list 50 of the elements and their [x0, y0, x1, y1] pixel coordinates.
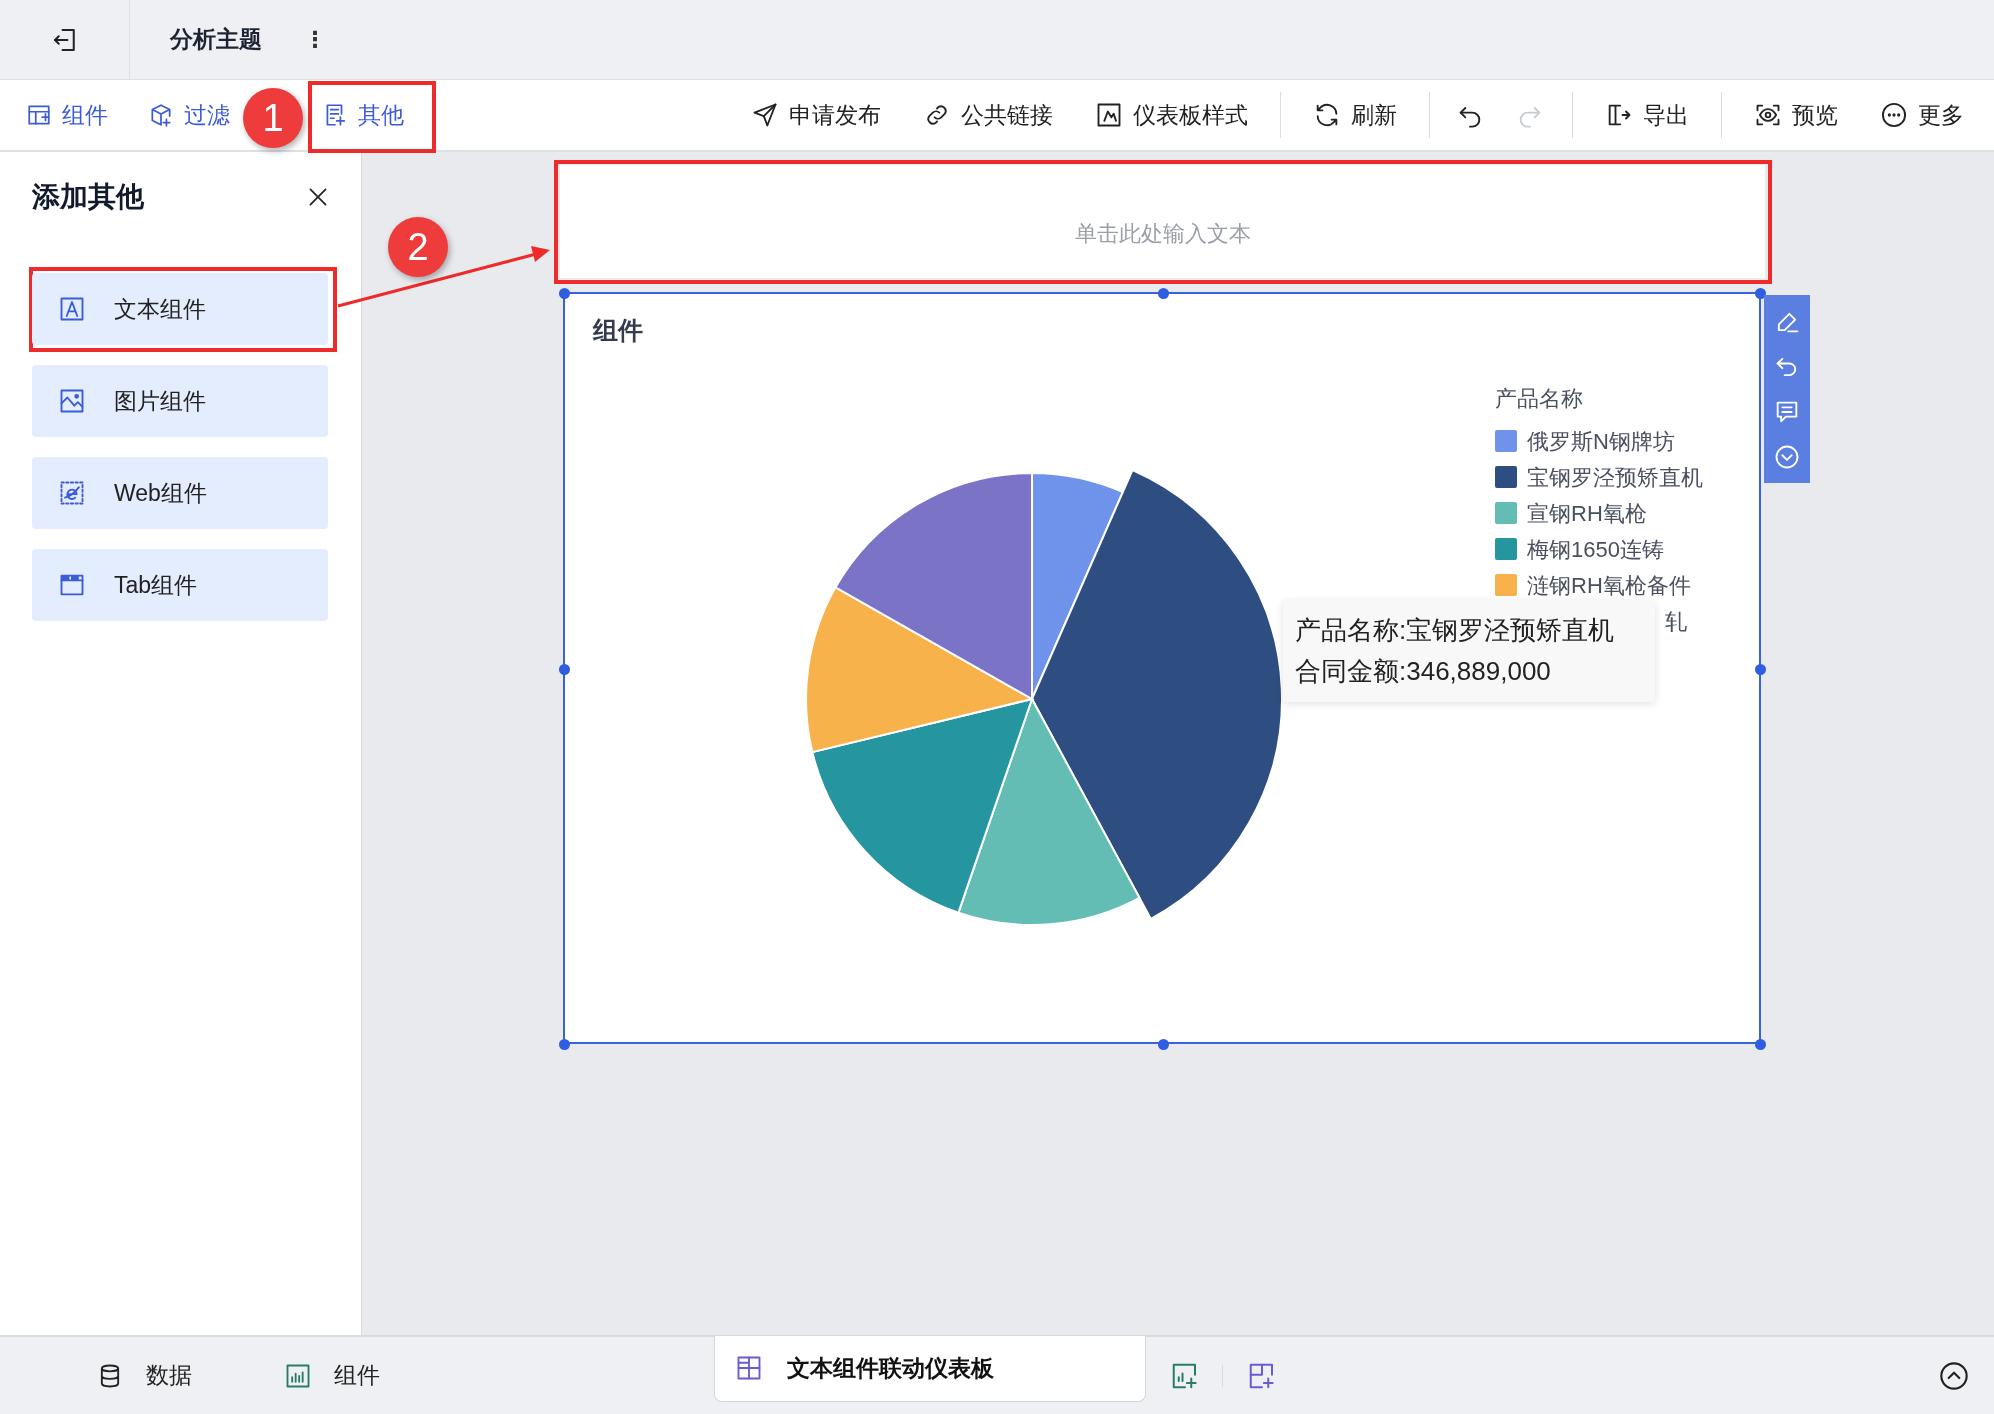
dashboard-tab[interactable]: 文本组件联动仪表板 — [714, 1335, 1146, 1402]
resize-handle[interactable] — [559, 664, 570, 675]
toolbar-button[interactable]: 组件 — [26, 91, 108, 139]
grid-icon — [735, 1354, 763, 1382]
bottom-tab[interactable]: 组件 — [278, 1357, 386, 1394]
toolbar-button[interactable]: 公共链接 — [913, 91, 1063, 139]
collapse-button[interactable] — [1938, 1359, 1970, 1392]
toolbar-button[interactable]: 导出 — [1595, 91, 1699, 139]
toolbar-button[interactable]: 刷新 — [1303, 91, 1407, 139]
resize-handle[interactable] — [1755, 664, 1766, 675]
resize-handle[interactable] — [1755, 288, 1766, 299]
step-number: 2 — [388, 217, 448, 277]
toolbar-button[interactable]: 其他 — [322, 91, 404, 139]
chart-title: 组件 — [593, 315, 643, 346]
resize-handle[interactable] — [1158, 1039, 1169, 1050]
dashboard-style-icon — [1095, 101, 1123, 129]
component-option[interactable]: Tab组件 — [32, 549, 328, 621]
component-option[interactable]: 文本组件 — [32, 273, 328, 345]
resize-handle[interactable] — [559, 288, 570, 299]
chevron-up-circle-icon — [1938, 1359, 1970, 1392]
bottom-tab[interactable]: 数据 — [90, 1357, 198, 1394]
page-title: 分析主题 — [170, 25, 262, 55]
legend-label: 宝钢罗泾预矫直机 — [1527, 463, 1703, 492]
legend-label: 轧 — [1665, 607, 1687, 636]
tooltip-line: 合同金额:346,889,000 — [1295, 655, 1552, 688]
toolbar-button[interactable]: 仪表板样式 — [1085, 91, 1258, 139]
resize-handle[interactable] — [559, 1039, 570, 1050]
component-add-icon — [26, 102, 52, 128]
resize-handle[interactable] — [1158, 288, 1169, 299]
cube-add-icon — [148, 102, 174, 128]
legend-title: 产品名称 — [1495, 385, 1584, 413]
panel-title: 添加其他 — [32, 180, 144, 214]
legend-label: 梅钢1650连铸 — [1527, 535, 1664, 564]
legend-label: 俄罗斯N钢牌坊 — [1527, 427, 1675, 456]
component-option[interactable]: Web组件 — [32, 457, 328, 529]
more-menu-button[interactable]: ⋮ — [298, 22, 332, 57]
toolbar-button[interactable]: 过滤 — [148, 91, 230, 139]
text-icon — [58, 295, 86, 323]
legend-label: 宣钢RH氧枪 — [1527, 499, 1647, 528]
send-icon — [751, 101, 779, 129]
image-icon — [58, 387, 86, 415]
tooltip-line: 产品名称:宝钢罗泾预矫直机 — [1295, 614, 1616, 647]
resize-handle[interactable] — [1755, 1039, 1766, 1050]
web-icon — [58, 479, 86, 507]
component-option[interactable]: 图片组件 — [32, 365, 328, 437]
legend-label: 涟钢RH氧枪备件 — [1527, 571, 1691, 600]
toolbar-button[interactable]: 预览 — [1744, 91, 1848, 139]
toolbar-button[interactable]: 申请发布 — [741, 91, 891, 139]
toolbar-button[interactable]: 更多 — [1870, 91, 1974, 139]
more-icon — [1880, 101, 1908, 129]
